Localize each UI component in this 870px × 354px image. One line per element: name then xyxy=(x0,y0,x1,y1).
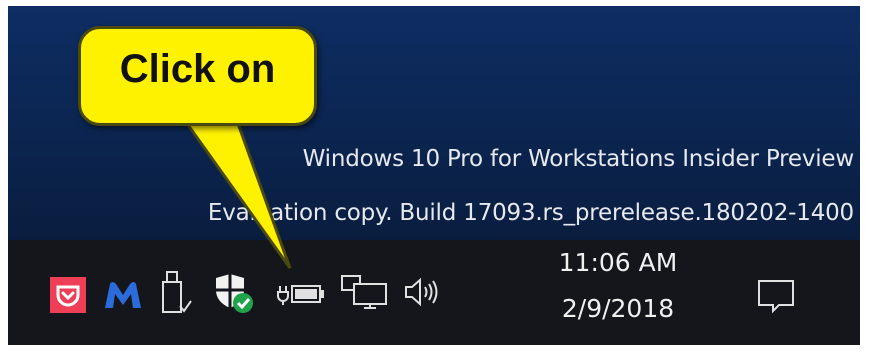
action-center-icon[interactable] xyxy=(756,278,796,314)
callout-text: Click on xyxy=(119,47,276,91)
network-icon[interactable] xyxy=(340,274,390,310)
screenshot-frame: Windows 10 Pro for Workstations Insider … xyxy=(8,6,860,345)
usb-drive-icon[interactable] xyxy=(158,270,192,316)
pocket-icon[interactable] xyxy=(50,277,86,313)
volume-icon[interactable] xyxy=(402,276,442,308)
watermark-line-1: Windows 10 Pro for Workstations Insider … xyxy=(302,146,855,172)
clock-time[interactable]: 11:06 AM xyxy=(533,248,703,277)
watermark-line-2: Evaluation copy. Build 17093.rs_prerelea… xyxy=(207,200,854,226)
callout-bubble: Click on xyxy=(78,26,317,126)
windows-defender-security-icon[interactable] xyxy=(210,270,256,316)
clock-date[interactable]: 2/9/2018 xyxy=(533,294,703,323)
taskbar: 11:06 AM 2/9/2018 xyxy=(8,240,860,345)
power-battery-icon[interactable] xyxy=(276,278,326,308)
malwarebytes-icon[interactable] xyxy=(102,278,144,312)
